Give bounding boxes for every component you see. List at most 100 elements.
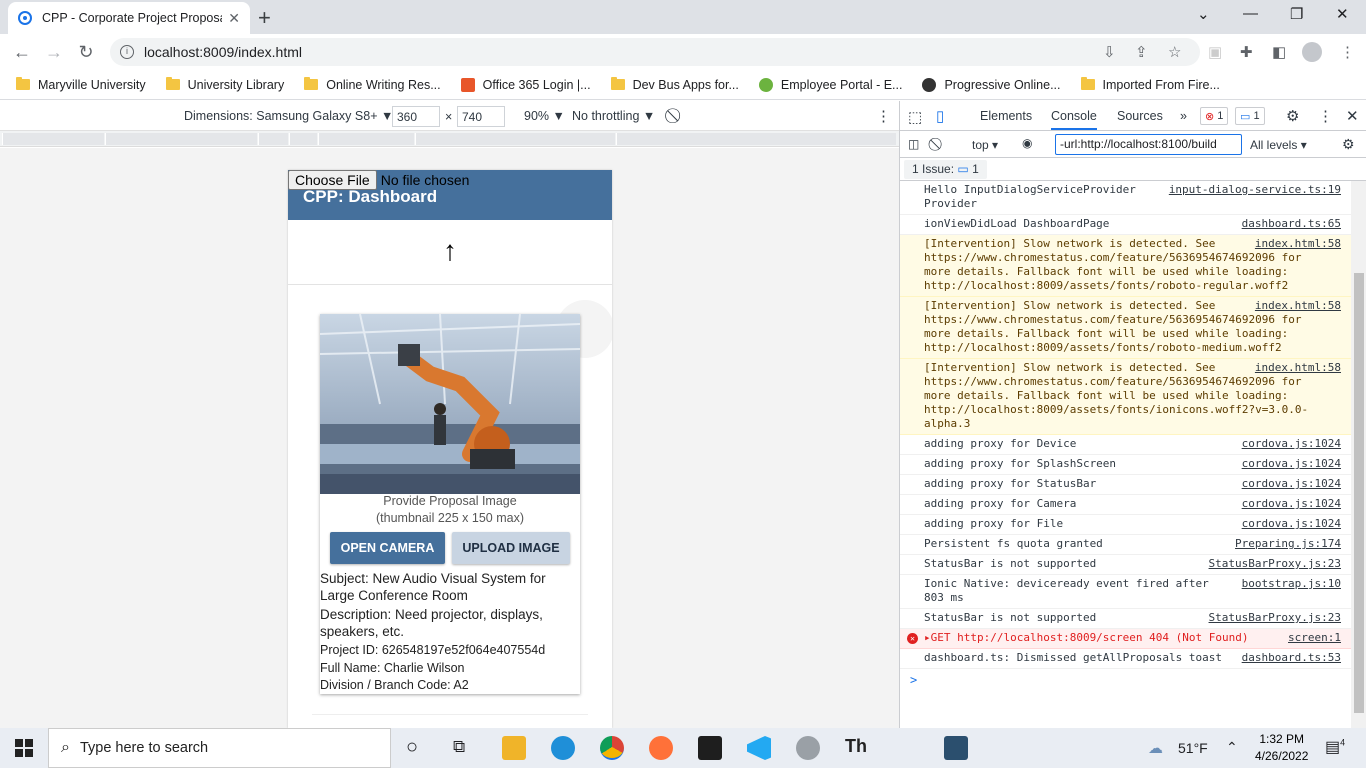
message-source[interactable]: StatusBarProxy.js:23 — [1209, 611, 1341, 625]
message-source[interactable]: dashboard.ts:65 — [1242, 217, 1341, 231]
tray-chevron-icon[interactable]: ⌃ — [1226, 739, 1238, 756]
windows-start-icon[interactable] — [15, 739, 33, 757]
app-icon[interactable]: Th — [845, 736, 869, 760]
eye-icon[interactable]: ◉ — [1022, 136, 1032, 150]
sidebar-toggle-icon[interactable]: ◫ — [908, 137, 919, 151]
cortana-icon[interactable]: ○ — [406, 736, 418, 759]
bookmark-writing[interactable]: Online Writing Res... — [304, 77, 441, 92]
vscode-icon[interactable] — [747, 736, 771, 760]
message-text[interactable]: ▸GET http://localhost:8009/screen 404 (N… — [924, 631, 1249, 644]
share-icon[interactable]: ⇪ — [1135, 43, 1148, 61]
edge-icon[interactable] — [551, 736, 575, 760]
error-badge[interactable]: ⊗ 1 — [1200, 107, 1229, 125]
taskbar-search[interactable]: ⌕ Type here to search — [48, 728, 391, 768]
bookmark-library[interactable]: University Library — [165, 77, 284, 92]
console-settings-icon[interactable]: ⚙ — [1342, 136, 1355, 153]
restore-icon[interactable]: ❐ — [1290, 5, 1303, 23]
extension-icon[interactable]: ▣ — [1208, 43, 1222, 61]
file-input[interactable]: Choose File No file chosen — [288, 170, 469, 190]
context-select[interactable]: top ▾ — [972, 138, 998, 152]
weather-temp[interactable]: 51°F — [1178, 740, 1208, 756]
firefox-icon[interactable] — [649, 736, 673, 760]
message-source[interactable]: cordova.js:1024 — [1242, 457, 1341, 471]
terminal-icon[interactable] — [698, 736, 722, 760]
log-levels-select[interactable]: All levels ▾ — [1250, 138, 1307, 152]
message-source[interactable]: bootstrap.js:10 — [1242, 577, 1341, 591]
device-toggle-icon[interactable]: ▯ — [936, 107, 944, 125]
message-source[interactable]: dashboard.ts:53 — [1242, 651, 1341, 665]
console-scrollbar[interactable] — [1351, 181, 1366, 728]
database-icon[interactable] — [796, 736, 820, 760]
open-camera-button[interactable]: OPEN CAMERA — [330, 532, 445, 564]
minimize-icon[interactable]: — — [1243, 5, 1258, 22]
device-select[interactable]: Dimensions: Samsung Galaxy S8+ ▼ — [184, 109, 393, 123]
extensions-puzzle-icon[interactable]: ✚ — [1240, 43, 1253, 61]
scroll-thumb[interactable] — [1354, 273, 1364, 713]
tab-search-icon[interactable]: ⌄ — [1197, 5, 1210, 23]
chrome-icon[interactable] — [600, 736, 624, 760]
message-source[interactable]: index.html:58 — [1255, 237, 1341, 251]
file-explorer-icon[interactable] — [502, 736, 526, 760]
inspect-icon[interactable]: ⬚ — [908, 108, 922, 126]
browser-tab[interactable]: CPP - Corporate Project Proposal ✕ — [8, 2, 250, 34]
bookmark-employee-portal[interactable]: Employee Portal - E... — [758, 77, 902, 92]
close-devtools-icon[interactable]: ✕ — [1346, 107, 1359, 125]
message-source[interactable]: cordova.js:1024 — [1242, 437, 1341, 451]
console-prompt[interactable]: > — [900, 669, 1351, 691]
choose-file-button[interactable]: Choose File — [288, 170, 377, 190]
project-id: Project ID: 626548197e52f064e407554d — [320, 643, 546, 657]
profile-avatar[interactable] — [1302, 42, 1322, 62]
bookmark-maryville[interactable]: Maryville University — [16, 77, 146, 92]
media-query-ruler[interactable] — [0, 131, 899, 147]
app-window-icon[interactable] — [944, 736, 968, 760]
task-view-icon[interactable]: ⧉ — [453, 737, 465, 757]
message-source[interactable]: cordova.js:1024 — [1242, 517, 1341, 531]
zoom-select[interactable]: 90% ▼ — [524, 109, 565, 123]
device-more-icon[interactable]: ⋮ — [876, 107, 891, 125]
more-tabs-icon[interactable]: » — [1180, 109, 1187, 123]
upload-image-button[interactable]: UPLOAD IMAGE — [452, 532, 570, 564]
issues-button[interactable]: 1 Issue: ▭ 1 — [904, 160, 987, 179]
message-text: Hello InputDialogServiceProvider Provide… — [924, 183, 1136, 210]
chrome-menu-icon[interactable]: ⋮ — [1340, 43, 1355, 61]
message-source[interactable]: Preparing.js:174 — [1235, 537, 1341, 551]
message-source[interactable]: index.html:58 — [1255, 299, 1341, 313]
bookmark-imported[interactable]: Imported From Fire... — [1080, 77, 1220, 92]
reload-icon[interactable]: ↻ — [70, 42, 102, 63]
message-source[interactable]: StatusBarProxy.js:23 — [1209, 557, 1341, 571]
bookmark-star-icon[interactable]: ☆ — [1168, 43, 1181, 61]
weather-icon[interactable]: ☁ — [1148, 739, 1163, 757]
arrow-up-icon[interactable]: ↑ — [288, 221, 612, 285]
new-tab-icon[interactable]: + — [258, 5, 271, 31]
message-text: adding proxy for Camera — [924, 497, 1077, 510]
tab-sources[interactable]: Sources — [1117, 109, 1163, 123]
forward-icon[interactable]: → — [38, 42, 70, 63]
settings-gear-icon[interactable]: ⚙ — [1286, 107, 1299, 125]
throttle-select[interactable]: No throttling ▼ — [572, 109, 655, 123]
tab-elements[interactable]: Elements — [980, 109, 1032, 123]
site-info-icon[interactable]: i — [120, 45, 134, 59]
address-bar[interactable]: i localhost:8009/index.html — [110, 38, 1200, 66]
bookmark-office365[interactable]: Office 365 Login |... — [460, 77, 591, 92]
close-tab-icon[interactable]: ✕ — [228, 10, 240, 27]
install-app-icon[interactable]: ⇩ — [1103, 43, 1116, 61]
folder-icon — [304, 77, 319, 90]
message-source[interactable]: screen:1 — [1288, 631, 1341, 645]
message-source[interactable]: cordova.js:1024 — [1242, 497, 1341, 511]
message-source[interactable]: index.html:58 — [1255, 361, 1341, 375]
notifications-icon[interactable]: ▤4 — [1325, 737, 1345, 757]
bookmark-devbus[interactable]: Dev Bus Apps for... — [610, 77, 739, 92]
height-input[interactable]: 740 — [457, 106, 505, 127]
taskbar-clock[interactable]: 1:32 PM 4/26/2022 — [1255, 731, 1308, 765]
message-source[interactable]: cordova.js:1024 — [1242, 477, 1341, 491]
back-icon[interactable]: ← — [6, 42, 38, 63]
devtools-menu-icon[interactable]: ⋮ — [1318, 107, 1333, 125]
tab-console[interactable]: Console — [1051, 109, 1097, 130]
bookmark-progressive[interactable]: Progressive Online... — [922, 77, 1061, 92]
side-panel-icon[interactable]: ◧ — [1272, 43, 1286, 61]
message-source[interactable]: input-dialog-service.ts:19 — [1169, 183, 1341, 197]
close-window-icon[interactable]: ✕ — [1336, 5, 1349, 23]
console-filter-input[interactable]: -url:http://localhost:8100/build — [1055, 134, 1242, 155]
width-input[interactable]: 360 — [392, 106, 440, 127]
info-badge[interactable]: ▭ 1 — [1235, 107, 1265, 125]
